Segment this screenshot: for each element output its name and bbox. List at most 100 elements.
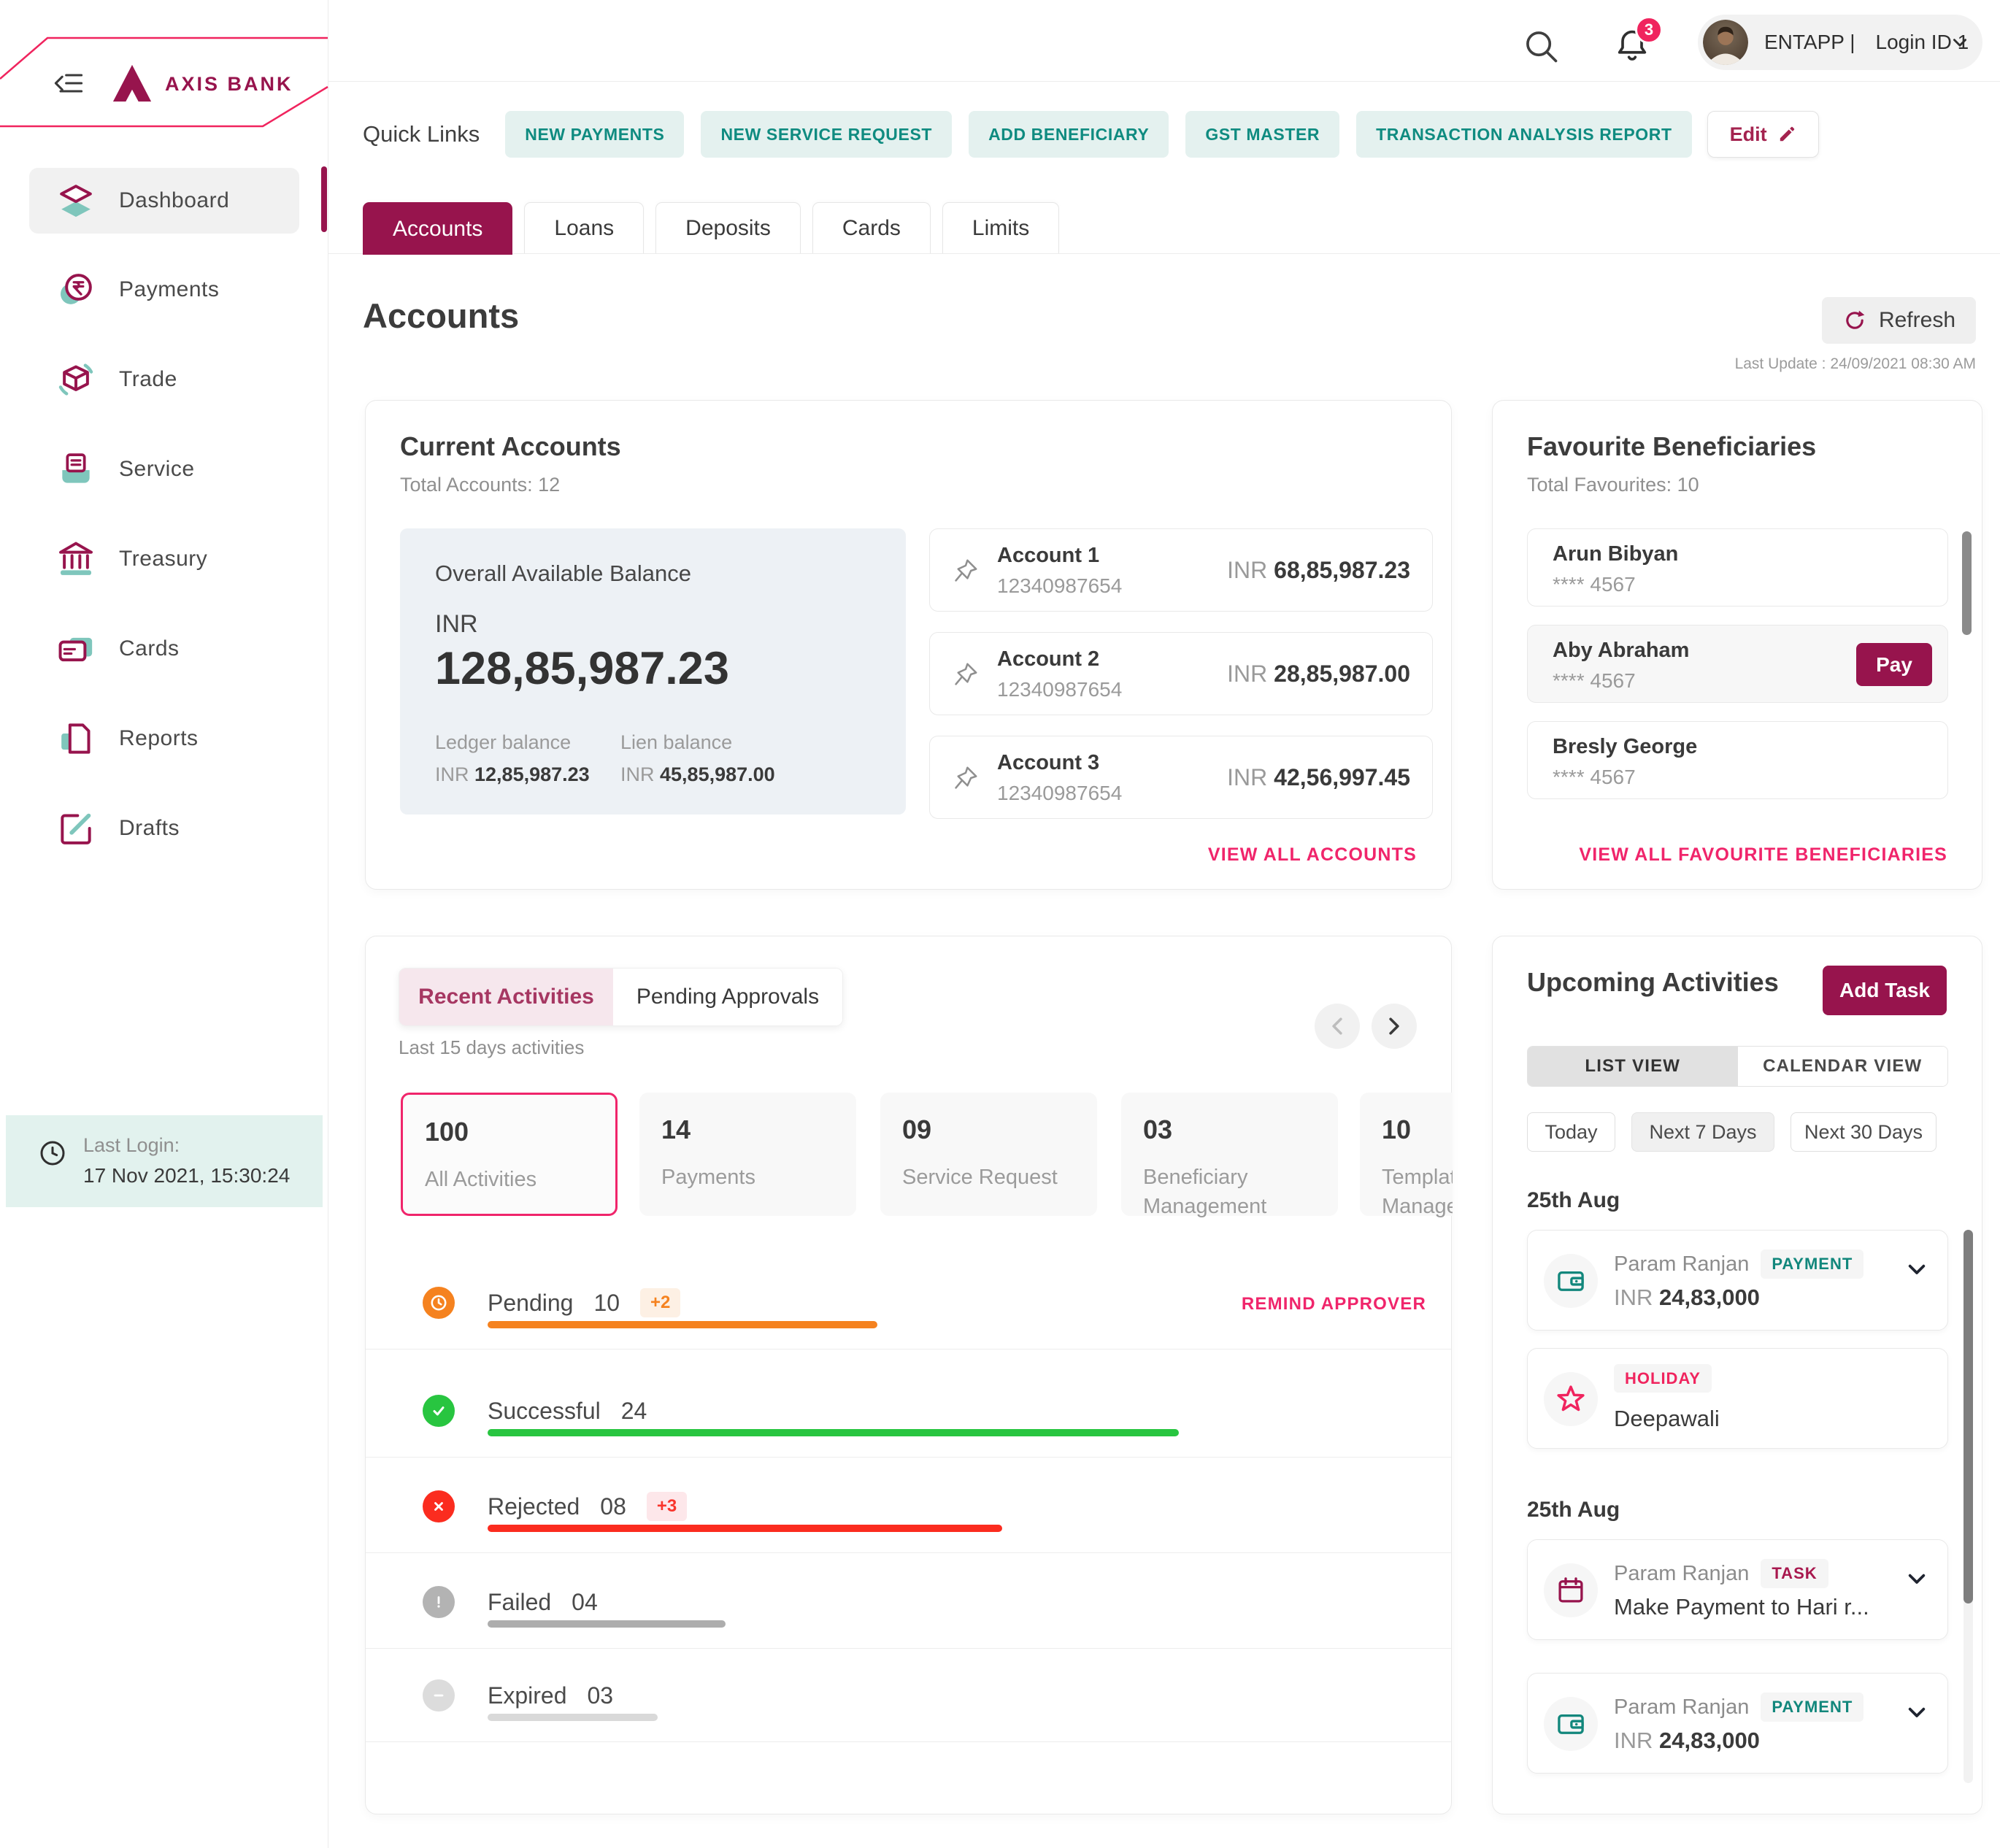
rejected-status-icon bbox=[423, 1490, 455, 1522]
clock-icon bbox=[38, 1139, 67, 1168]
ledger-amount: 12,85,987.23 bbox=[474, 763, 590, 785]
profile-menu[interactable]: ENTAPP | Login ID 1 bbox=[1698, 15, 1982, 70]
row-divider bbox=[366, 1349, 1451, 1350]
favourites-scrollbar-thumb[interactable] bbox=[1962, 531, 1972, 635]
current-accounts-subtitle: Total Accounts: 12 bbox=[400, 474, 560, 496]
expand-chevron-icon[interactable] bbox=[1905, 1568, 1928, 1591]
sidebar-item-drafts[interactable]: Drafts bbox=[0, 796, 328, 861]
account-row[interactable]: Account 3 12340987654 INR 42,56,997.45 bbox=[929, 736, 1433, 819]
activities-tab-switch: Recent Activities Pending Approvals bbox=[399, 968, 843, 1026]
upcoming-payment-card[interactable]: Param Ranjan PAYMENT INR 24,83,000 bbox=[1527, 1230, 1948, 1331]
item-person: Param Ranjan bbox=[1614, 1252, 1749, 1277]
page-title: Accounts bbox=[363, 296, 519, 336]
carousel-next-button[interactable] bbox=[1372, 1004, 1417, 1049]
pay-button[interactable]: Pay bbox=[1856, 643, 1932, 686]
tab-recent-activities[interactable]: Recent Activities bbox=[399, 969, 613, 1025]
view-all-accounts-link[interactable]: VIEW ALL ACCOUNTS bbox=[1208, 844, 1417, 866]
add-task-button[interactable]: Add Task bbox=[1823, 966, 1947, 1015]
summary-card-beneficiary-management[interactable]: 03 Beneficiary Management bbox=[1121, 1093, 1338, 1216]
account-name: Account 2 bbox=[997, 647, 1099, 671]
tab-accounts[interactable]: Accounts bbox=[363, 202, 512, 255]
pin-icon[interactable] bbox=[952, 661, 980, 688]
refresh-button[interactable]: Refresh bbox=[1822, 297, 1976, 344]
quick-link-gst-master[interactable]: GST MASTER bbox=[1185, 111, 1339, 158]
quick-link-add-beneficiary[interactable]: ADD BENEFICIARY bbox=[969, 111, 1169, 158]
item-header: Param Ranjan TASK bbox=[1614, 1559, 1828, 1588]
filter-next-7-days[interactable]: Next 7 Days bbox=[1631, 1112, 1774, 1152]
view-toggle: LIST VIEW CALENDAR VIEW bbox=[1527, 1046, 1948, 1087]
lien-currency: INR bbox=[620, 763, 655, 785]
row-divider bbox=[366, 1457, 1451, 1458]
filter-next-30-days[interactable]: Next 30 Days bbox=[1791, 1112, 1936, 1152]
tab-loans[interactable]: Loans bbox=[524, 202, 644, 253]
quick-link-new-payments[interactable]: NEW PAYMENTS bbox=[505, 111, 684, 158]
list-view-toggle[interactable]: LIST VIEW bbox=[1528, 1047, 1738, 1086]
last-login-label: Last Login: bbox=[83, 1134, 290, 1157]
account-row[interactable]: Account 2 12340987654 INR 28,85,987.00 bbox=[929, 632, 1433, 715]
brand-logo[interactable]: AXIS BANK bbox=[111, 60, 293, 108]
expand-chevron-icon[interactable] bbox=[1905, 1258, 1928, 1282]
summary-card-all-activities[interactable]: 100 All Activities bbox=[401, 1093, 618, 1216]
expand-chevron-icon[interactable] bbox=[1905, 1701, 1928, 1725]
item-person: Param Ranjan bbox=[1614, 1562, 1749, 1586]
search-icon[interactable] bbox=[1523, 28, 1561, 66]
sidebar-item-label: Reports bbox=[119, 726, 199, 751]
tab-cards[interactable]: Cards bbox=[812, 202, 931, 253]
pin-icon[interactable] bbox=[952, 764, 980, 792]
upcoming-payment-card[interactable]: Param Ranjan PAYMENT INR 24,83,000 bbox=[1527, 1673, 1948, 1774]
account-number: 12340987654 bbox=[997, 678, 1122, 701]
summary-count: 09 bbox=[902, 1114, 931, 1145]
sidebar-item-dashboard[interactable]: Dashboard bbox=[0, 168, 328, 234]
item-amount-value: 24,83,000 bbox=[1659, 1285, 1760, 1310]
summary-card-service-request[interactable]: 09 Service Request bbox=[880, 1093, 1097, 1216]
upcoming-task-card[interactable]: Param Ranjan TASK Make Payment to Hari r… bbox=[1527, 1539, 1948, 1640]
favourites-title: Favourite Beneficiaries bbox=[1527, 431, 1816, 462]
failed-progress-bar bbox=[488, 1620, 726, 1628]
sidebar-item-treasury[interactable]: Treasury bbox=[0, 526, 328, 592]
refresh-label: Refresh bbox=[1879, 308, 1955, 333]
sidebar-item-service[interactable]: Service bbox=[0, 436, 328, 502]
status-delta-badge: +2 bbox=[640, 1288, 680, 1317]
beneficiary-row[interactable]: Aby Abraham **** 4567 Pay bbox=[1527, 625, 1948, 703]
account-row[interactable]: Account 1 12340987654 INR 68,85,987.23 bbox=[929, 528, 1433, 612]
sidebar-item-trade[interactable]: Trade bbox=[0, 347, 328, 412]
quick-link-new-service-request[interactable]: NEW SERVICE REQUEST bbox=[701, 111, 952, 158]
payment-badge: PAYMENT bbox=[1761, 1693, 1864, 1722]
edit-quick-links-button[interactable]: Edit bbox=[1707, 111, 1819, 158]
sidebar-item-payments[interactable]: Payments bbox=[0, 257, 328, 323]
filter-today[interactable]: Today bbox=[1527, 1112, 1615, 1152]
pin-icon[interactable] bbox=[952, 557, 980, 585]
account-amount: 28,85,987.00 bbox=[1274, 661, 1410, 687]
upcoming-holiday-card[interactable]: HOLIDAY Deepawali bbox=[1527, 1348, 1948, 1449]
sidebar-item-reports[interactable]: Reports bbox=[0, 706, 328, 771]
beneficiary-account: **** 4567 bbox=[1553, 573, 1636, 596]
quick-link-transaction-analysis-report[interactable]: TRANSACTION ANALYSIS REPORT bbox=[1356, 111, 1692, 158]
summary-count: 14 bbox=[661, 1114, 691, 1145]
activities-subtitle: Last 15 days activities bbox=[399, 1036, 584, 1059]
payments-icon bbox=[55, 269, 96, 310]
tab-pending-approvals[interactable]: Pending Approvals bbox=[613, 969, 842, 1025]
view-all-favourites-link[interactable]: VIEW ALL FAVOURITE BENEFICIARIES bbox=[1579, 844, 1947, 866]
sidebar-collapse-icon[interactable] bbox=[53, 67, 85, 99]
account-name: Account 3 bbox=[997, 751, 1099, 775]
status-label: Successful bbox=[488, 1398, 601, 1425]
lien-balance-label: Lien balance bbox=[620, 731, 732, 754]
summary-card-template-management[interactable]: 10 Template Management bbox=[1360, 1093, 1453, 1216]
carousel-prev-button[interactable] bbox=[1315, 1004, 1360, 1049]
calendar-icon bbox=[1555, 1575, 1586, 1606]
tab-deposits[interactable]: Deposits bbox=[655, 202, 801, 253]
remind-approver-link[interactable]: REMIND APPROVER bbox=[1242, 1294, 1426, 1314]
summary-card-payments[interactable]: 14 Payments bbox=[639, 1093, 856, 1216]
sidebar-item-cards[interactable]: Cards bbox=[0, 616, 328, 682]
profile-chevron-down-icon[interactable] bbox=[1950, 35, 1969, 51]
calendar-view-toggle[interactable]: CALENDAR VIEW bbox=[1738, 1047, 1948, 1086]
pencil-icon bbox=[1777, 125, 1796, 144]
beneficiary-row[interactable]: Bresly George **** 4567 bbox=[1527, 721, 1948, 799]
item-person: Param Ranjan bbox=[1614, 1695, 1749, 1720]
star-icon bbox=[1555, 1383, 1587, 1415]
beneficiary-row[interactable]: Arun Bibyan **** 4567 bbox=[1527, 528, 1948, 607]
upcoming-scrollbar-thumb[interactable] bbox=[1964, 1230, 1973, 1603]
expired-status-row: Expired 03 bbox=[488, 1682, 613, 1709]
tab-limits[interactable]: Limits bbox=[942, 202, 1059, 253]
beneficiary-name: Aby Abraham bbox=[1553, 639, 1689, 663]
